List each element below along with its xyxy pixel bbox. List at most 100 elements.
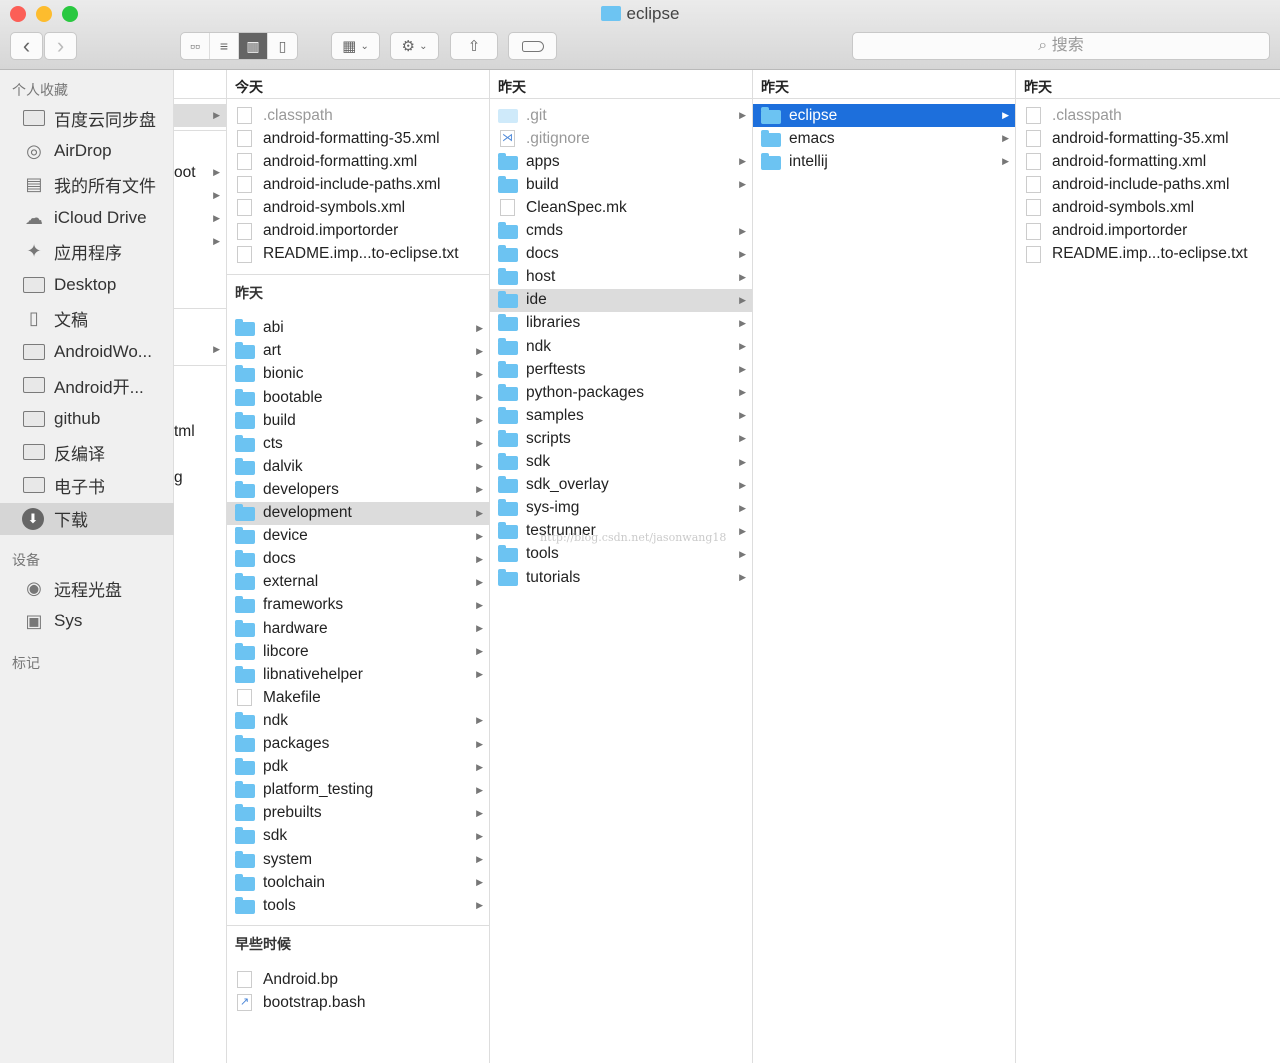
file-item[interactable]: Makefile: [227, 686, 489, 709]
sidebar-item[interactable]: AndroidWo...: [0, 336, 174, 368]
file-item[interactable]: android.importorder: [1016, 220, 1280, 243]
file-item[interactable]: README.imp...to-eclipse.txt: [227, 243, 489, 266]
list-item[interactable]: ▶: [174, 338, 226, 361]
folder-item[interactable]: abi ▶: [227, 317, 489, 340]
folder-item[interactable]: python-packages ▶: [490, 381, 752, 404]
action-button[interactable]: ⚙ ⌄: [390, 32, 439, 60]
folder-item[interactable]: docs ▶: [227, 548, 489, 571]
folder-item[interactable]: ide ▶: [490, 288, 752, 312]
file-item[interactable]: android-formatting.xml: [227, 150, 489, 173]
share-button[interactable]: ⇧: [450, 32, 498, 60]
list-item[interactable]: tml: [174, 420, 226, 443]
folder-item[interactable]: frameworks ▶: [227, 594, 489, 617]
folder-item[interactable]: sys-img ▶: [490, 497, 752, 520]
folder-item[interactable]: toolchain ▶: [227, 871, 489, 894]
sidebar-item[interactable]: 电子书: [0, 469, 174, 501]
folder-item[interactable]: samples ▶: [490, 404, 752, 427]
folder-item[interactable]: art ▶: [227, 340, 489, 363]
sidebar-item[interactable]: github: [0, 403, 174, 435]
folder-item[interactable]: .git ▶: [490, 104, 752, 127]
column-view-button[interactable]: ▥: [239, 33, 268, 59]
folder-item[interactable]: libnativehelper ▶: [227, 663, 489, 686]
folder-item[interactable]: intellij ▶: [753, 150, 1015, 173]
list-item[interactable]: oot ▶: [174, 161, 226, 184]
sidebar-item[interactable]: ☁ iCloud Drive: [0, 202, 174, 234]
file-item[interactable]: android-include-paths.xml: [227, 173, 489, 196]
sidebar-item[interactable]: Android开...: [0, 369, 174, 401]
folder-item[interactable]: ndk ▶: [227, 709, 489, 732]
forward-button[interactable]: ›: [44, 32, 77, 60]
file-item[interactable]: android.importorder: [227, 220, 489, 243]
folder-item[interactable]: eclipse ▶: [753, 104, 1015, 127]
folder-item[interactable]: external ▶: [227, 571, 489, 594]
folder-item[interactable]: pdk ▶: [227, 756, 489, 779]
folder-item[interactable]: build ▶: [227, 409, 489, 432]
folder-item[interactable]: hardware ▶: [227, 617, 489, 640]
sidebar-item[interactable]: ▣ Sys: [0, 605, 174, 637]
folder-item[interactable]: apps ▶: [490, 150, 752, 173]
list-item[interactable]: ▶: [174, 104, 226, 127]
folder-item[interactable]: bootable ▶: [227, 386, 489, 409]
sidebar-item[interactable]: ◎ AirDrop: [0, 135, 174, 167]
file-item[interactable]: ↗ bootstrap.bash: [227, 991, 489, 1014]
folder-item[interactable]: device ▶: [227, 525, 489, 548]
folder-item[interactable]: system ▶: [227, 848, 489, 871]
folder-item[interactable]: cmds ▶: [490, 220, 752, 243]
file-item[interactable]: android-formatting-35.xml: [1016, 127, 1280, 150]
folder-item[interactable]: host ▶: [490, 266, 752, 289]
file-item[interactable]: Android.bp: [227, 968, 489, 991]
arrange-button[interactable]: ▦ ⌄: [331, 32, 380, 60]
sidebar-item[interactable]: Desktop: [0, 269, 174, 301]
folder-item[interactable]: developers ▶: [227, 478, 489, 501]
file-item[interactable]: android-symbols.xml: [1016, 196, 1280, 219]
folder-item[interactable]: libraries ▶: [490, 312, 752, 335]
back-button[interactable]: ‹: [10, 32, 43, 60]
file-item[interactable]: .classpath: [227, 104, 489, 127]
sidebar-item[interactable]: ⬇ 下载: [0, 502, 174, 535]
folder-item[interactable]: prebuilts ▶: [227, 802, 489, 825]
folder-item[interactable]: development ▶: [227, 501, 489, 525]
file-item[interactable]: CleanSpec.mk: [490, 196, 752, 219]
cover-flow-button[interactable]: ▯: [268, 33, 297, 59]
search-input[interactable]: ⌕ 搜索: [852, 32, 1270, 60]
folder-item[interactable]: ndk ▶: [490, 335, 752, 358]
file-item[interactable]: android-formatting-35.xml: [227, 127, 489, 150]
folder-item[interactable]: sdk_overlay ▶: [490, 474, 752, 497]
folder-item[interactable]: emacs ▶: [753, 127, 1015, 150]
folder-item[interactable]: platform_testing ▶: [227, 779, 489, 802]
file-item[interactable]: README.imp...to-eclipse.txt: [1016, 243, 1280, 266]
sidebar-item[interactable]: 反编译: [0, 436, 174, 468]
folder-item[interactable]: docs ▶: [490, 243, 752, 266]
folder-item[interactable]: libcore ▶: [227, 640, 489, 663]
folder-item[interactable]: sdk ▶: [490, 451, 752, 474]
file-item[interactable]: .classpath: [1016, 104, 1280, 127]
list-item[interactable]: ▶: [174, 230, 226, 253]
tag-button[interactable]: [508, 32, 557, 60]
file-item[interactable]: android-formatting.xml: [1016, 150, 1280, 173]
file-item[interactable]: ⋊ .gitignore: [490, 127, 752, 150]
file-item[interactable]: android-include-paths.xml: [1016, 173, 1280, 196]
list-item[interactable]: g: [174, 466, 226, 489]
sidebar-item[interactable]: ◉ 远程光盘: [0, 572, 174, 604]
file-item[interactable]: android-symbols.xml: [227, 196, 489, 219]
folder-item[interactable]: scripts ▶: [490, 427, 752, 450]
sidebar-item[interactable]: ▯ 文稿: [0, 302, 174, 334]
folder-item[interactable]: tools ▶: [227, 894, 489, 917]
folder-item[interactable]: tutorials ▶: [490, 566, 752, 589]
folder-item[interactable]: perftests ▶: [490, 358, 752, 381]
folder-item[interactable]: dalvik ▶: [227, 455, 489, 478]
sidebar-item[interactable]: ▤ 我的所有文件: [0, 169, 174, 201]
icon-view-button[interactable]: ▫▫: [181, 33, 210, 59]
sidebar-item[interactable]: ✦ 应用程序: [0, 236, 174, 268]
sidebar-item[interactable]: 百度云同步盘: [0, 102, 174, 134]
folder-item[interactable]: bionic ▶: [227, 363, 489, 386]
list-item[interactable]: ▶: [174, 207, 226, 230]
folder-item[interactable]: build ▶: [490, 173, 752, 196]
list-view-button[interactable]: ≡: [210, 33, 239, 59]
folder-item[interactable]: cts ▶: [227, 432, 489, 455]
folder-item[interactable]: packages ▶: [227, 733, 489, 756]
window-title: eclipse: [0, 4, 1280, 24]
folder-item[interactable]: tools ▶: [490, 543, 752, 566]
folder-item[interactable]: sdk ▶: [227, 825, 489, 848]
list-item[interactable]: ▶: [174, 184, 226, 207]
